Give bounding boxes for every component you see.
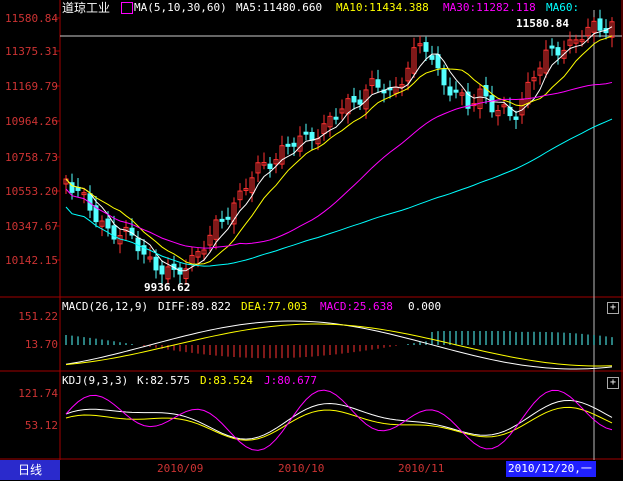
candle-body (351, 95, 357, 103)
candle-body (555, 47, 561, 56)
kdj-j: J:80.677 (264, 374, 317, 387)
candle-body (153, 256, 159, 271)
candle-body (159, 265, 165, 275)
candle-body (429, 55, 435, 60)
ma30-value: MA30:11282.118 (443, 1, 536, 14)
macd-tick: 13.70 (24, 338, 58, 351)
candle-body (303, 131, 309, 135)
x-axis-tick: 2010/11 (398, 462, 445, 475)
macd-dea: DEA:77.003 (241, 300, 308, 313)
candle-body (483, 85, 489, 97)
kdj-k: K:82.575 (137, 374, 190, 387)
x-axis-tick: 2010/09 (157, 462, 204, 475)
dea-line (65, 323, 613, 367)
candle-body (513, 116, 519, 120)
candle-body (291, 142, 297, 147)
chart-canvas[interactable] (0, 0, 623, 481)
price-tick: 10758.73 (5, 151, 58, 164)
high-price-label: 11580.84 (516, 17, 569, 30)
candle-body (219, 218, 225, 222)
candle-body (453, 89, 459, 93)
ma-params: MA(5,10,30,60) (134, 1, 227, 14)
chart-toggle-icon[interactable] (121, 2, 133, 14)
candle-body (423, 42, 429, 52)
price-tick: 10964.26 (5, 115, 58, 128)
ma10-value: MA10:11434.388 (336, 1, 429, 14)
kdj-d: D:83.524 (200, 374, 253, 387)
candle-body (309, 131, 315, 141)
price-tick: 10142.15 (5, 254, 58, 267)
kdj-tick: 53.12 (24, 419, 58, 432)
macd-value: MACD:25.638 (320, 300, 393, 313)
ma10-line (65, 35, 613, 265)
price-tick: 11375.31 (5, 45, 58, 58)
candle-body (333, 116, 339, 120)
candle-body (225, 216, 231, 220)
macd-tick: 151.22 (18, 310, 58, 323)
macd-diff: DIFF:89.822 (158, 300, 231, 313)
cursor-date-label: 2010/12/20,一 (506, 461, 596, 477)
candle-body (357, 99, 363, 105)
candle-body (489, 95, 495, 113)
expand-kdj-button[interactable]: + (607, 377, 619, 389)
diff-line (65, 320, 613, 370)
candle-body (549, 45, 555, 49)
macd-params: MACD(26,12,9) (62, 300, 149, 313)
price-tick: 11580.84 (5, 12, 58, 25)
ma30-line (65, 81, 613, 249)
price-tick: 10347.67 (5, 220, 58, 233)
ma60-line (65, 118, 613, 267)
price-tick: 10553.20 (5, 185, 58, 198)
kdj-k-line (65, 399, 613, 440)
x-axis-tick: 2010/10 (278, 462, 325, 475)
candle-body (435, 54, 441, 69)
kdj-params: KDJ(9,3,3) (62, 374, 129, 387)
expand-macd-button[interactable]: + (607, 302, 619, 314)
candle-body (105, 218, 111, 229)
kdj-tick: 121.74 (18, 387, 58, 400)
candle-body (597, 18, 603, 31)
tab-daily[interactable]: 日线 (0, 460, 60, 480)
ma5-value: MA5:11480.660 (236, 1, 323, 14)
kdj-j-line (65, 389, 613, 451)
candle-body (447, 86, 453, 96)
ma5-line (65, 26, 613, 272)
price-tick: 11169.79 (5, 80, 58, 93)
candle-body (441, 69, 447, 86)
stock-title: 道琼工业 (62, 1, 111, 15)
stock-chart-window: 道琼工业 MA(5,10,30,60) MA5:11480.660 MA10:1… (0, 0, 623, 481)
candle-body (267, 163, 273, 170)
candle-body (375, 79, 381, 88)
low-price-label: 9936.62 (144, 281, 191, 294)
ma60-value: MA60: (546, 1, 580, 14)
candle-body (285, 143, 291, 147)
macd-zero: 0.000 (408, 300, 442, 313)
